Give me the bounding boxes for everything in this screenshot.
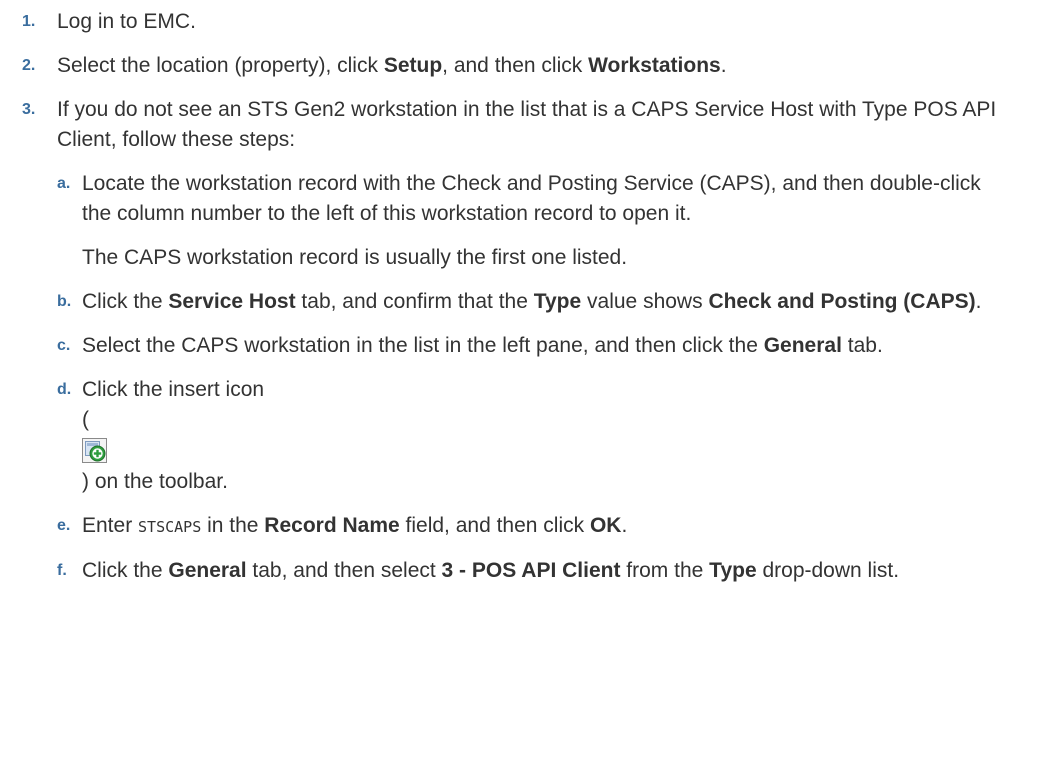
substep-text: Click the (82, 290, 169, 313)
substep-text: ( (82, 408, 89, 431)
step-text: , and then click (442, 54, 589, 77)
workstations-label: Workstations (588, 54, 721, 77)
substep-list: a. Locate the workstation record with th… (57, 169, 1000, 586)
substep-text: tab. (841, 334, 883, 357)
substep-e: e. Enter STSCAPS in the Record Name fiel… (57, 511, 1000, 542)
substep-letter: e. (57, 517, 71, 534)
substep-text: tab, and then select (246, 559, 442, 582)
record-name-code: STSCAPS (138, 518, 202, 536)
step-2: 2. Select the location (property), click… (0, 51, 1040, 81)
step-number: 3. (22, 101, 36, 118)
substep-f: f. Click the General tab, and then selec… (57, 556, 1000, 586)
step-text: . (720, 54, 727, 77)
general-tab-label: General (168, 559, 247, 582)
substep-text: in the (201, 514, 265, 537)
substep-text: Enter (82, 514, 139, 537)
substep-letter: c. (57, 337, 71, 354)
substep-text: tab, and confirm that the (295, 290, 534, 313)
step-3: 3. If you do not see an STS Gen2 worksta… (0, 95, 1040, 586)
step-number: 2. (22, 57, 36, 74)
setup-label: Setup (383, 54, 443, 77)
step-1: 1. Log in to EMC. (0, 7, 1040, 37)
substep-text: drop-down list. (756, 559, 900, 582)
type-label: Type (709, 559, 757, 582)
ok-label: OK (589, 514, 622, 537)
caps-type-label: Check and Posting (CAPS) (708, 290, 976, 313)
substep-text: Select the CAPS workstation in the list … (82, 334, 764, 357)
substep-text: . (621, 514, 628, 537)
substep-note: The CAPS workstation record is usually t… (82, 246, 628, 269)
record-name-label: Record Name (264, 514, 400, 537)
substep-text: Click the insert icon (82, 378, 265, 401)
substep-text: ) on the toolbar. (82, 470, 228, 493)
step-text: Log in to EMC. (57, 10, 196, 33)
insert-icon (82, 438, 107, 463)
step-text: If you do not see an STS Gen2 workstatio… (57, 98, 997, 151)
substep-text: from the (620, 559, 710, 582)
step-text: Select the location (property), click (57, 54, 384, 77)
service-host-label: Service Host (168, 290, 296, 313)
substep-text: field, and then click (399, 514, 590, 537)
substep-letter: d. (57, 381, 72, 398)
pos-api-client-label: 3 - POS API Client (441, 559, 621, 582)
substep-letter: f. (57, 562, 67, 579)
substep-text: . (975, 290, 982, 313)
substep-text: Click the (82, 559, 169, 582)
type-label: Type (533, 290, 582, 313)
procedure-page: 1. Log in to EMC. 2. Select the location… (0, 0, 1040, 779)
substep-a: a. Locate the workstation record with th… (57, 169, 1000, 273)
substep-b: b. Click the Service Host tab, and confi… (57, 287, 1000, 317)
substep-text: Locate the workstation record with the C… (82, 172, 981, 225)
substep-letter: a. (57, 175, 71, 192)
substep-d: d. Click the insert icon ( ) on the tool… (57, 375, 1000, 497)
substep-letter: b. (57, 293, 72, 310)
general-tab-label: General (763, 334, 842, 357)
step-number: 1. (22, 13, 36, 30)
substep-c: c. Select the CAPS workstation in the li… (57, 331, 1000, 361)
substep-text: value shows (581, 290, 709, 313)
